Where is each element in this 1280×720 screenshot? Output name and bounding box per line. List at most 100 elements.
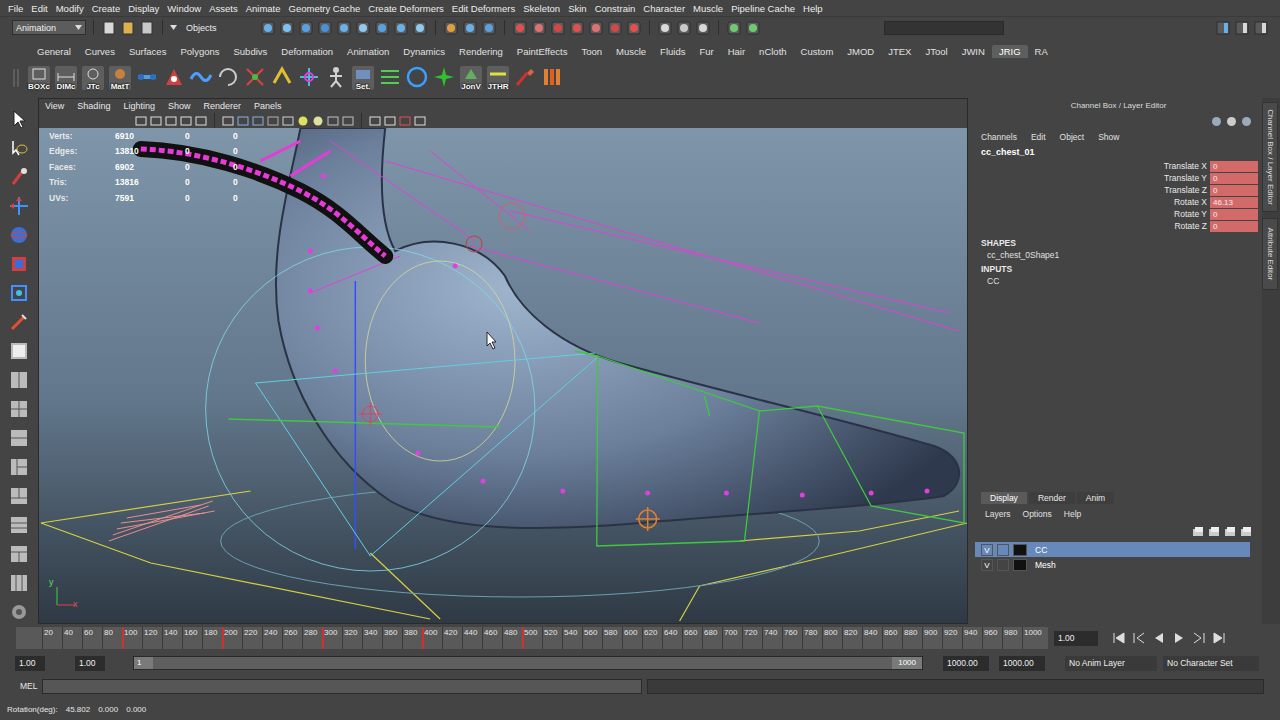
toolbar-icon[interactable]: [279, 20, 295, 36]
layer-tab[interactable]: Anim: [1077, 492, 1114, 504]
toolbar-icon[interactable]: [374, 20, 390, 36]
shelf-tab[interactable]: Polygons: [173, 45, 226, 58]
attribute-field[interactable]: 0: [1210, 221, 1258, 232]
shelf-button[interactable]: [189, 65, 213, 91]
toolbar-icon[interactable]: [481, 20, 497, 36]
shelf-tab[interactable]: Fur: [692, 45, 720, 58]
tool-icon[interactable]: [8, 282, 30, 304]
playback-end-field[interactable]: 1000.00: [943, 656, 989, 671]
viewport-menu-item[interactable]: Renderer: [203, 101, 241, 111]
toolbar-icon[interactable]: [531, 20, 547, 36]
viewport-menu-item[interactable]: Show: [168, 101, 191, 111]
layer-row[interactable]: VCC: [975, 542, 1250, 557]
selection-mode[interactable]: Objects: [180, 23, 257, 33]
character-set-dropdown[interactable]: No Character Set: [1163, 656, 1259, 671]
range-start-handle[interactable]: 1: [134, 657, 153, 669]
viewport-tool-icon[interactable]: [195, 115, 207, 127]
tool-icon[interactable]: [8, 311, 30, 333]
shelf-button[interactable]: [405, 65, 429, 91]
viewport-tool-icon[interactable]: [399, 115, 411, 127]
side-tab[interactable]: Channel Box / Layer Editor: [1262, 102, 1278, 212]
panel-toggle-icon[interactable]: [1215, 20, 1231, 36]
viewport-tool-icon[interactable]: [252, 115, 264, 127]
layout-icon[interactable]: [8, 601, 30, 623]
go-start-icon[interactable]: [1112, 632, 1126, 644]
shelf-tab[interactable]: RA: [1028, 45, 1055, 58]
3d-view[interactable]: Verts:691000Edges:1381000Faces:690200Tri…: [39, 128, 967, 623]
channel-menu-item[interactable]: Show: [1098, 132, 1119, 142]
shelf-tab[interactable]: JTool: [918, 45, 954, 58]
shelf-button[interactable]: [432, 65, 456, 91]
play-back-icon[interactable]: [1152, 632, 1166, 644]
menu-item[interactable]: Modify: [56, 3, 84, 14]
layout-icon[interactable]: [8, 369, 30, 391]
viewport-tool-icon[interactable]: [267, 115, 279, 127]
shelf-tab[interactable]: Dynamics: [396, 45, 452, 58]
attribute-name[interactable]: Rotate Y: [975, 209, 1210, 219]
object-name[interactable]: cc_chest_01: [975, 144, 1262, 160]
toolbar-icon[interactable]: [695, 20, 711, 36]
toolbar-icon[interactable]: [298, 20, 314, 36]
anim-layer-dropdown[interactable]: No Anim Layer: [1065, 656, 1157, 671]
quick-field[interactable]: [884, 21, 1004, 35]
attribute-name[interactable]: Translate Y: [975, 173, 1210, 183]
time-track[interactable]: 2040608010012014016018020022024026028030…: [16, 627, 1048, 649]
toolbar-icon[interactable]: [745, 20, 761, 36]
menu-item[interactable]: Create: [92, 3, 121, 14]
shelf-tab[interactable]: Subdivs: [227, 45, 275, 58]
toolbar-icon[interactable]: [626, 20, 642, 36]
panel-toggle-icon[interactable]: [1253, 20, 1269, 36]
viewport-menu-item[interactable]: View: [45, 101, 64, 111]
layer-action-icon[interactable]: [1240, 526, 1252, 538]
layer-name[interactable]: Mesh: [1031, 560, 1056, 570]
shelf-button[interactable]: JonV: [459, 65, 483, 91]
toolbar-icon[interactable]: [512, 20, 528, 36]
shelf-tab[interactable]: nCloth: [752, 45, 793, 58]
tool-icon[interactable]: [8, 166, 30, 188]
command-input[interactable]: [42, 679, 642, 694]
layout-icon[interactable]: [8, 485, 30, 507]
keyframe[interactable]: [422, 627, 424, 649]
script-language[interactable]: MEL: [20, 681, 42, 691]
play-icon[interactable]: [1172, 632, 1186, 644]
toolbar-icon[interactable]: [336, 20, 352, 36]
viewport-tool-icon[interactable]: [222, 115, 234, 127]
layer-color-swatch[interactable]: [1013, 559, 1027, 571]
attribute-name[interactable]: Translate Z: [975, 185, 1210, 195]
tool-icon[interactable]: [8, 253, 30, 275]
menu-item[interactable]: Skeleton: [523, 3, 560, 14]
step-back-icon[interactable]: [1132, 632, 1146, 644]
shelf-button[interactable]: [540, 65, 564, 91]
shelf-button[interactable]: [162, 65, 186, 91]
viewport-menu-item[interactable]: Shading: [77, 101, 110, 111]
shape-item[interactable]: cc_chest_0Shape1: [975, 250, 1262, 262]
playback-start-field[interactable]: 1.00: [75, 656, 105, 671]
viewport-menu-item[interactable]: Panels: [254, 101, 282, 111]
layer-color-swatch[interactable]: [1013, 544, 1027, 556]
shelf-tab[interactable]: General: [30, 45, 78, 58]
keyframe[interactable]: [322, 627, 324, 649]
shelf-button[interactable]: [513, 65, 537, 91]
layer-action-icon[interactable]: [1192, 526, 1204, 538]
mode-dropdown[interactable]: Animation: [12, 20, 86, 35]
menu-item[interactable]: Pipeline Cache: [731, 3, 795, 14]
layer-name[interactable]: CC: [1031, 545, 1047, 555]
menu-item[interactable]: Display: [128, 3, 159, 14]
menu-item[interactable]: Skin: [568, 3, 586, 14]
panel-option-icon[interactable]: [1226, 116, 1237, 127]
shelf-button[interactable]: BOXc: [27, 65, 51, 91]
step-forward-icon[interactable]: [1192, 632, 1206, 644]
end-time-field[interactable]: 1000.00: [999, 656, 1045, 671]
viewport-tool-icon[interactable]: [312, 115, 324, 127]
attribute-field[interactable]: 0: [1210, 209, 1258, 220]
toolbar-icon[interactable]: [657, 20, 673, 36]
layer-action-icon[interactable]: [1208, 526, 1220, 538]
menu-item[interactable]: Geometry Cache: [289, 3, 361, 14]
range-end-handle[interactable]: 1000: [892, 657, 922, 669]
shelf-button[interactable]: DIMc: [54, 65, 78, 91]
toolbar-icon[interactable]: [412, 20, 428, 36]
menu-item[interactable]: Muscle: [693, 3, 723, 14]
shelf-button[interactable]: MatT: [108, 65, 132, 91]
toolbar-icon[interactable]: [607, 20, 623, 36]
layer-tab[interactable]: Render: [1029, 492, 1075, 504]
